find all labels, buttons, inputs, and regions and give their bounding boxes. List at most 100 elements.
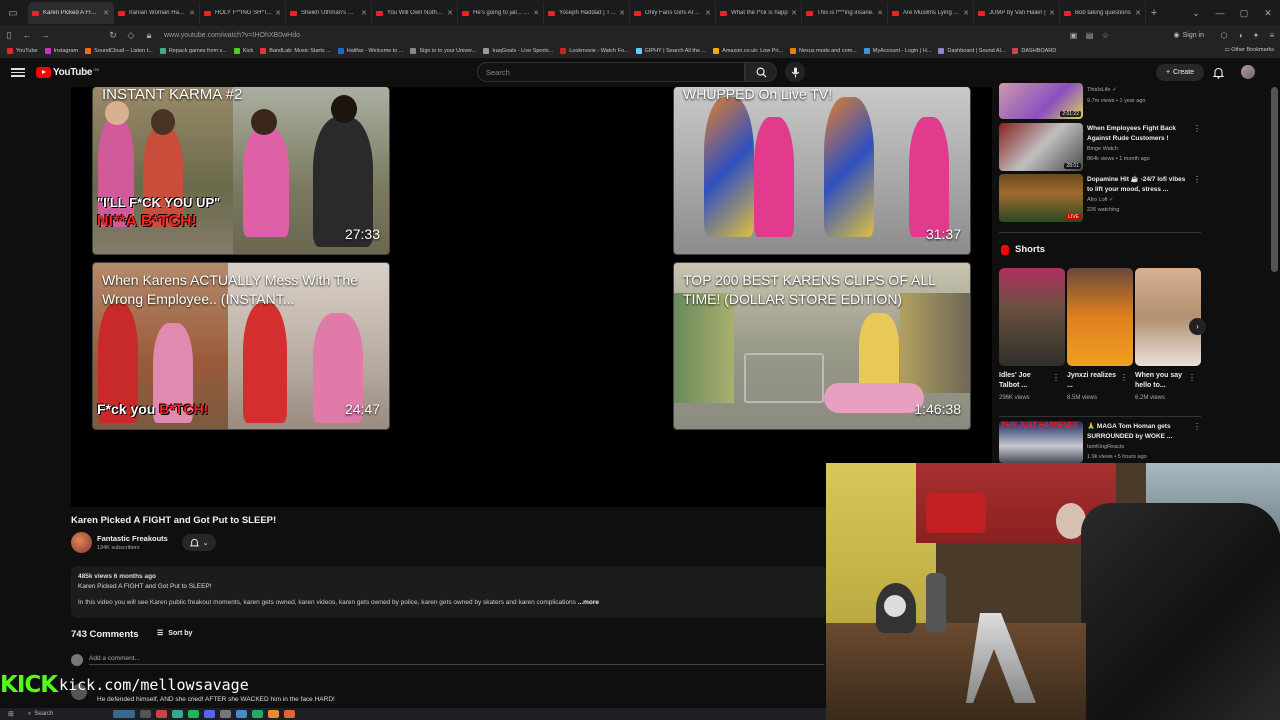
vpn-icon[interactable]: ◑	[1232, 31, 1248, 40]
window-menu-icon[interactable]: ▭	[4, 4, 22, 22]
taskbar-app-icon[interactable]	[203, 710, 215, 718]
more-options-icon[interactable]: ⋮	[1193, 175, 1201, 184]
end-screen-card[interactable]: When Karens ACTUALLY Mess With The Wrong…	[92, 262, 390, 430]
screenshot-icon[interactable]: ▣	[1065, 31, 1081, 40]
other-bookmarks[interactable]: ▭ Other Bookmarks	[1224, 47, 1274, 53]
bookmark-item[interactable]: Instagram	[44, 48, 78, 54]
profile-sign-in[interactable]: ◉ Sign in	[1173, 31, 1204, 40]
sort-comments-button[interactable]: ☰ Sort by	[157, 629, 192, 638]
close-tab-icon[interactable]: ✕	[189, 9, 195, 17]
close-tab-icon[interactable]: ✕	[533, 9, 539, 17]
new-tab-button[interactable]: +	[1146, 7, 1162, 19]
extensions-icon[interactable]: ▤	[1081, 31, 1097, 40]
close-tab-icon[interactable]: ✕	[877, 9, 883, 17]
wallet-icon[interactable]: ⬡	[1216, 31, 1232, 40]
start-icon[interactable]: ⊞	[8, 710, 14, 718]
menu-icon[interactable]: ≡	[1264, 31, 1280, 40]
back-icon[interactable]: ←	[18, 30, 36, 40]
browser-tab[interactable]: Only Fans Girls Are M ✕	[630, 2, 716, 24]
url-field[interactable]: www.youtube.com/watch?v=IHOhXB0wHdo	[164, 32, 1065, 39]
close-tab-icon[interactable]: ✕	[103, 9, 109, 17]
bookmark-item[interactable]: BandLab: Music Starts ...	[260, 48, 331, 54]
more-options-icon[interactable]: ⋮	[1188, 373, 1196, 382]
bookmark-item[interactable]: YouTube	[7, 48, 38, 54]
bookmark-item[interactable]: Sign in to your Univer...	[410, 48, 476, 54]
browser-tab[interactable]: What the f*ck is happ ✕	[716, 2, 802, 24]
browser-tab[interactable]: Karen Picked A FIGHT ✕	[28, 2, 114, 24]
more-options-icon[interactable]: ⋮	[1052, 373, 1060, 382]
minimize-button[interactable]: —	[1208, 8, 1232, 18]
taskbar-search[interactable]: ⌕ Search	[28, 711, 108, 718]
video-player[interactable]: INSTANT KARMA #2 "I'LL F*CK YOU UP" NI**…	[71, 87, 992, 507]
taskbar-app-icon[interactable]	[267, 710, 279, 718]
bookmark-item[interactable]: Lookmovie - Watch Fo...	[560, 48, 629, 54]
close-tab-icon[interactable]: ✕	[447, 9, 453, 17]
browser-tab[interactable]: Iranian Woman Has U ✕	[114, 2, 200, 24]
bookmark-item[interactable]: DASHBOARD	[1012, 48, 1056, 54]
bookmark-item[interactable]: Repack games from s...	[159, 48, 227, 54]
bookmark-item[interactable]: SoundCloud – Listen t...	[85, 48, 153, 54]
notifications-button[interactable]	[1212, 66, 1225, 84]
reload-icon[interactable]: ↻	[104, 30, 122, 41]
related-video[interactable]: THIS JUST HAPPENED 🙏 MAGA Tom Homan gets…	[999, 421, 1201, 463]
sidebar-toggle-icon[interactable]: ▯	[0, 30, 18, 41]
bookmark-item[interactable]: Nexus mods and com...	[790, 48, 857, 54]
shorts-next-button[interactable]: ›	[1189, 318, 1206, 335]
youtube-logo[interactable]: YouTube GB	[36, 67, 99, 78]
bookmark-item[interactable]: Halifax - Welcome to ...	[337, 48, 403, 54]
related-video[interactable]: 2:01:22 ThisIsLife ✓ 9.7m views • 1 year…	[999, 83, 1201, 119]
end-screen-card[interactable]: INSTANT KARMA #2 "I'LL F*CK YOU UP" NI**…	[92, 87, 390, 255]
browser-tab[interactable]: HOLY F**ING SH*T... ✕	[200, 2, 286, 24]
bookmark-item[interactable]: MyAccount - Login | H...	[863, 48, 931, 54]
end-screen-card[interactable]: WHUPPED On Live TV! 31:37	[673, 87, 971, 255]
short-thumbnail[interactable]	[1067, 268, 1133, 366]
channel-avatar[interactable]	[71, 532, 92, 553]
description-box[interactable]: 485k views 6 months ago Karen Picked A F…	[71, 566, 826, 618]
close-tab-icon[interactable]: ✕	[361, 9, 367, 17]
browser-tab[interactable]: You Will Own Nothing ✕	[372, 2, 458, 24]
close-tab-icon[interactable]: ✕	[619, 9, 625, 17]
more-options-icon[interactable]: ⋮	[1193, 124, 1201, 133]
taskbar-app-icon[interactable]	[235, 710, 247, 718]
shield-icon[interactable]: ◇	[122, 30, 140, 41]
bookmark-item[interactable]: GIPHY | Search All the ...	[635, 48, 706, 54]
account-avatar[interactable]	[1241, 65, 1255, 79]
close-tab-icon[interactable]: ✕	[1049, 9, 1055, 17]
search-input[interactable]: Search	[477, 62, 745, 82]
bookmark-item[interactable]: Dashboard | Sound Al...	[938, 48, 1005, 54]
close-window-button[interactable]: ✕	[1256, 8, 1280, 19]
browser-tab[interactable]: He's going to jail... - Yo ✕	[458, 2, 544, 24]
browser-tab[interactable]: Are Muslims Lying Ab ✕	[888, 2, 974, 24]
add-comment-input[interactable]: Add a comment...	[89, 655, 824, 665]
subscription-bell-button[interactable]: ⌄	[182, 534, 216, 551]
close-tab-icon[interactable]: ✕	[275, 9, 281, 17]
related-video[interactable]: 28:01 When Employees Fight Back Against …	[999, 123, 1201, 171]
taskbar-app-icon[interactable]	[155, 710, 167, 718]
more-link[interactable]: ...more	[578, 599, 599, 606]
end-screen-card[interactable]: TOP 200 BEST KARENS CLIPS OF ALL TIME! (…	[673, 262, 971, 430]
bookmark-item[interactable]: Kick	[233, 48, 253, 54]
channel-name[interactable]: Fantastic Freakouts	[97, 534, 168, 543]
browser-tab[interactable]: This is f***ing insane. ✕	[802, 2, 888, 24]
search-button[interactable]	[745, 62, 777, 82]
bookmark-star-icon[interactable]: ☆	[1097, 31, 1113, 40]
browser-tab[interactable]: Bob taking questions ✕	[1060, 2, 1146, 24]
scrollbar[interactable]	[1271, 87, 1278, 272]
voice-search-button[interactable]	[785, 62, 805, 82]
close-tab-icon[interactable]: ✕	[963, 9, 969, 17]
bookmark-item[interactable]: IraqGoals - Live Sports...	[483, 48, 553, 54]
bookmark-item[interactable]: Amazon.co.uk: Low Pri...	[713, 48, 783, 54]
short-thumbnail[interactable]	[999, 268, 1065, 366]
short-thumbnail[interactable]	[1135, 268, 1201, 366]
related-video[interactable]: LIVE Dopamine Hit ☕ -24/7 lofi vibes to …	[999, 174, 1201, 222]
close-tab-icon[interactable]: ✕	[705, 9, 711, 17]
taskbar-app-icon[interactable]	[171, 710, 183, 718]
forward-icon[interactable]: →	[36, 30, 54, 40]
taskbar-app-icon[interactable]	[187, 710, 199, 718]
maximize-button[interactable]: ▢	[1232, 8, 1256, 19]
taskbar-app-icon[interactable]	[219, 710, 231, 718]
leo-icon[interactable]: ✦	[1248, 31, 1264, 40]
tab-search-icon[interactable]: ⌄	[1184, 8, 1208, 19]
more-options-icon[interactable]: ⋮	[1120, 373, 1128, 382]
guide-menu-icon[interactable]	[11, 68, 25, 77]
